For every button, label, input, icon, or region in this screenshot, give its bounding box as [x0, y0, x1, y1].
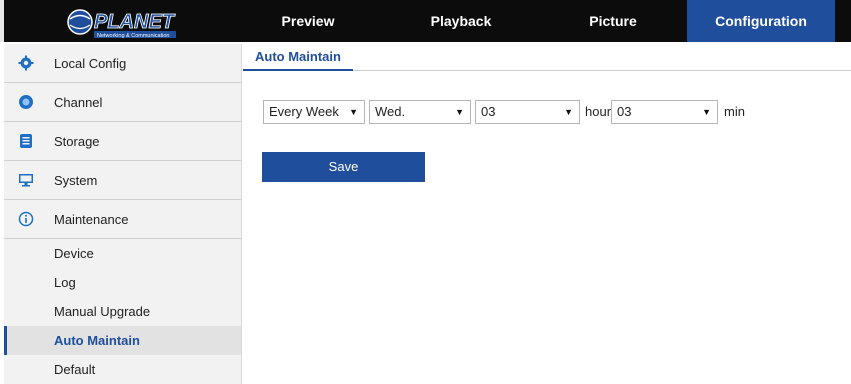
sidebar-item-storage[interactable]: Storage	[4, 122, 241, 161]
hour-unit-label: hour	[585, 104, 612, 119]
main-content: Auto Maintain Every Week ▼ Wed. ▼ 03 ▼ h…	[243, 44, 851, 384]
sidebar-item-channel[interactable]: Channel	[4, 83, 241, 122]
maintenance-submenu: Device Log Manual Upgrade Auto Maintain …	[4, 239, 241, 384]
sidebar-item-system[interactable]: System	[4, 161, 241, 200]
storage-icon	[20, 134, 32, 148]
hour-select[interactable]: 03 ▼	[475, 100, 580, 124]
day-value: Wed.	[375, 104, 406, 119]
gear-icon	[18, 55, 34, 71]
tab-playback[interactable]: Playback	[403, 0, 519, 42]
dropdown-arrow-icon: ▼	[702, 107, 711, 117]
dropdown-arrow-icon: ▼	[455, 107, 464, 117]
dropdown-arrow-icon: ▼	[349, 107, 358, 117]
page-title: Auto Maintain	[243, 44, 353, 71]
tab-configuration[interactable]: Configuration	[687, 0, 835, 42]
tab-preview[interactable]: Preview	[250, 0, 366, 42]
info-icon	[18, 211, 34, 227]
minute-value: 03	[617, 104, 632, 119]
sidebar-item-label: Local Config	[54, 56, 127, 71]
hour-value: 03	[481, 104, 496, 119]
minute-select[interactable]: 03 ▼	[611, 100, 718, 124]
submenu-item-auto-maintain[interactable]: Auto Maintain	[4, 326, 241, 355]
submenu-item-manual-upgrade[interactable]: Manual Upgrade	[4, 297, 241, 326]
dropdown-arrow-icon: ▼	[564, 107, 573, 117]
logo-tagline: Networking & Communication	[97, 33, 169, 39]
topbar-edge	[0, 0, 4, 42]
frequency-select[interactable]: Every Week ▼	[263, 100, 365, 124]
sidebar-item-label: Maintenance	[54, 212, 129, 227]
save-button[interactable]: Save	[262, 152, 425, 182]
sidebar-item-label: Channel	[54, 95, 103, 110]
submenu-item-device[interactable]: Device	[4, 239, 241, 268]
sidebar-item-label: System	[54, 173, 98, 188]
monitor-icon	[19, 174, 33, 187]
top-navigation-bar: PLANET Networking & Communication Previe…	[0, 0, 851, 42]
day-select[interactable]: Wed. ▼	[369, 100, 471, 124]
submenu-item-log[interactable]: Log	[4, 268, 241, 297]
logo-wordmark: PLANET	[94, 11, 176, 33]
page-header: Auto Maintain	[243, 44, 851, 71]
sidebar-item-local-config[interactable]: Local Config	[4, 44, 241, 83]
sidebar-item-maintenance[interactable]: Maintenance	[4, 200, 241, 239]
tab-picture[interactable]: Picture	[555, 0, 671, 42]
planet-logo: PLANET Networking & Communication	[67, 9, 176, 39]
submenu-item-default[interactable]: Default	[4, 355, 241, 384]
minute-unit-label: min	[724, 104, 745, 119]
camera-lens-icon	[19, 95, 33, 109]
sidebar: Local Config Channel Storage System Main…	[4, 44, 242, 384]
sidebar-item-label: Storage	[54, 134, 100, 149]
frequency-value: Every Week	[269, 104, 339, 119]
